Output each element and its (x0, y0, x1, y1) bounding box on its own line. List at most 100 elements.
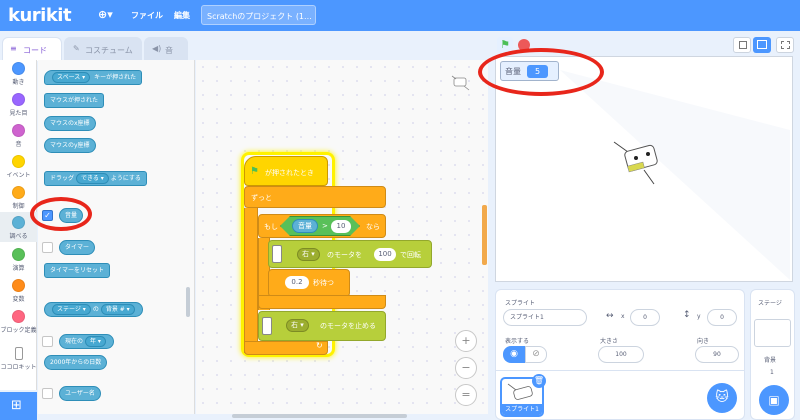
if-text: もし (264, 223, 278, 231)
sprite-name-input[interactable]: スプライト1 (503, 309, 587, 326)
robot-sprite-icon[interactable] (610, 140, 670, 190)
workspace-scrollbar-h[interactable] (232, 414, 407, 418)
tab-sound[interactable]: ◀) 音 (144, 37, 188, 61)
block-text: ようにする (110, 175, 141, 182)
y-input[interactable]: 0 (707, 309, 737, 326)
size-input[interactable]: 100 (598, 346, 644, 363)
block-text: キーが押された (94, 74, 137, 81)
block-timer[interactable]: タイマー (59, 240, 96, 255)
category-sound[interactable]: 音 (0, 124, 37, 148)
zoom-in-button[interactable]: + (455, 330, 477, 352)
category-label: 制御 (12, 203, 25, 210)
speaker-icon: ◀) (152, 44, 162, 53)
block-palette: スペース ▾ キーが押された マウスが押された マウスのx座標 マウスのy座標 … (38, 60, 195, 414)
current-unit-dropdown[interactable]: 年 ▾ (85, 336, 106, 347)
motor-stop-text: のモータを止める (320, 322, 376, 330)
sensing-dot-icon (12, 216, 25, 229)
category-label: 動き (12, 79, 25, 86)
category-my-blocks[interactable]: ブロック定義 (0, 310, 37, 334)
sprite-thumbnail-name: スプライト1 (502, 404, 542, 415)
show-visible-eye-icon[interactable]: ◉ (503, 346, 525, 363)
direction-label: 向き (697, 338, 710, 345)
kokorokit-board-icon (272, 245, 282, 263)
block-text: ドラッグ (50, 175, 75, 182)
hide-eye-slash-icon[interactable]: ⊘ (525, 346, 547, 363)
small-stage-button[interactable] (733, 37, 751, 53)
tab-costume[interactable]: ✎ コスチューム (64, 37, 142, 61)
edit-menu[interactable]: 編集 (174, 10, 190, 21)
category-events[interactable]: イベント (0, 155, 37, 179)
size-label: 大きさ (600, 338, 619, 345)
palette-scrollbar[interactable] (186, 287, 190, 317)
category-motion[interactable]: 動き (0, 62, 37, 86)
normal-stage-icon (757, 40, 767, 49)
block-reset-timer[interactable]: タイマーをリセット (44, 263, 111, 278)
category-menu: 動き 見た目 音 イベント 制御 調べる 演算 変数 ブロック定義 ココロキット (0, 60, 37, 390)
current-checkbox[interactable] (42, 336, 53, 347)
green-flag-icon: ⚑ (250, 166, 259, 177)
small-stage-icon (739, 41, 747, 49)
fullscreen-button[interactable] (776, 37, 794, 53)
block-set-drag-mode[interactable]: ドラッグ できる ▾ ようにする (44, 171, 147, 186)
kurikit-logo[interactable]: kurikit (8, 5, 72, 26)
block-of-property[interactable]: ステージ ▾ の背景 # ▾ (44, 302, 143, 317)
tab-code-label: コード (23, 46, 47, 55)
block-text: の (92, 306, 99, 313)
zoom-out-button[interactable]: − (455, 357, 477, 379)
events-dot-icon (12, 155, 25, 168)
file-menu[interactable]: ファイル (131, 10, 163, 21)
language-globe-icon[interactable]: ⊕▾ (98, 8, 113, 21)
loudness-reporter[interactable]: 音量 (292, 219, 318, 233)
block-days-since-2000[interactable]: 2000年からの日数 (44, 355, 108, 370)
motor2-direction-dropdown[interactable]: 右 ▾ (286, 319, 309, 332)
operators-dot-icon (12, 248, 25, 261)
category-looks[interactable]: 見た目 (0, 93, 37, 117)
x-label: x (621, 313, 625, 320)
block-username[interactable]: ユーザー名 (59, 386, 101, 401)
zoom-reset-button[interactable]: = (455, 384, 477, 406)
normal-stage-button[interactable] (753, 37, 771, 53)
direction-input[interactable]: 90 (695, 346, 739, 363)
kokorokit-icon (14, 347, 23, 360)
kokorokit-board-icon-2 (262, 317, 272, 335)
choose-sprite-cat-icon[interactable]: 🐱 (707, 383, 737, 413)
choose-backdrop-image-icon[interactable]: ▣ (759, 385, 789, 415)
wait-text: 秒待つ (313, 279, 334, 287)
block-wait[interactable] (268, 269, 350, 297)
stage-thumbnail[interactable] (754, 319, 791, 347)
key-dropdown[interactable]: スペース ▾ (52, 72, 91, 83)
my-blocks-dot-icon (12, 310, 25, 323)
delete-sprite-trash-icon[interactable]: 🗑 (532, 374, 546, 388)
then-text: なら (366, 223, 380, 231)
category-variables[interactable]: 変数 (0, 279, 37, 303)
block-mouse-y[interactable]: マウスのy座標 (44, 138, 96, 153)
block-mouse-down[interactable]: マウスが押された (44, 93, 105, 108)
category-label: 見た目 (9, 110, 28, 117)
wait-seconds-input[interactable]: 0.2 (285, 276, 309, 289)
workspace-scrollbar-v[interactable] (482, 205, 487, 265)
block-current[interactable]: 現在の年 ▾ (59, 334, 114, 349)
threshold-input[interactable]: 10 (331, 220, 351, 233)
x-input[interactable]: 0 (630, 309, 660, 326)
pane-divider (495, 370, 745, 371)
category-kokorokit[interactable]: ココロキット (0, 347, 37, 371)
target-dropdown[interactable]: ステージ ▾ (52, 304, 91, 315)
category-control[interactable]: 制御 (0, 186, 37, 210)
tab-code[interactable]: ≡ コード (2, 37, 62, 61)
block-mouse-x[interactable]: マウスのx座標 (44, 116, 96, 131)
brush-icon: ✎ (73, 44, 80, 53)
drag-mode-dropdown[interactable]: できる ▾ (76, 173, 109, 184)
extension-icon: ⊞ (11, 398, 22, 413)
block-key-pressed[interactable]: スペース ▾ キーが押された (44, 70, 143, 85)
timer-checkbox[interactable] (42, 242, 53, 253)
username-checkbox[interactable] (42, 388, 53, 399)
category-operators[interactable]: 演算 (0, 248, 37, 272)
tab-sound-label: 音 (165, 46, 173, 55)
motor1-direction-dropdown[interactable]: 右 ▾ (297, 248, 320, 261)
forever-arm (244, 208, 258, 353)
category-label: 調べる (9, 233, 28, 240)
motor-speed-input[interactable]: 100 (374, 248, 396, 261)
project-title-input[interactable]: Scratchのプロジェクト (1... (201, 5, 316, 25)
property-dropdown[interactable]: 背景 # ▾ (100, 304, 135, 315)
add-extension-button[interactable]: ⊞ (0, 392, 37, 420)
